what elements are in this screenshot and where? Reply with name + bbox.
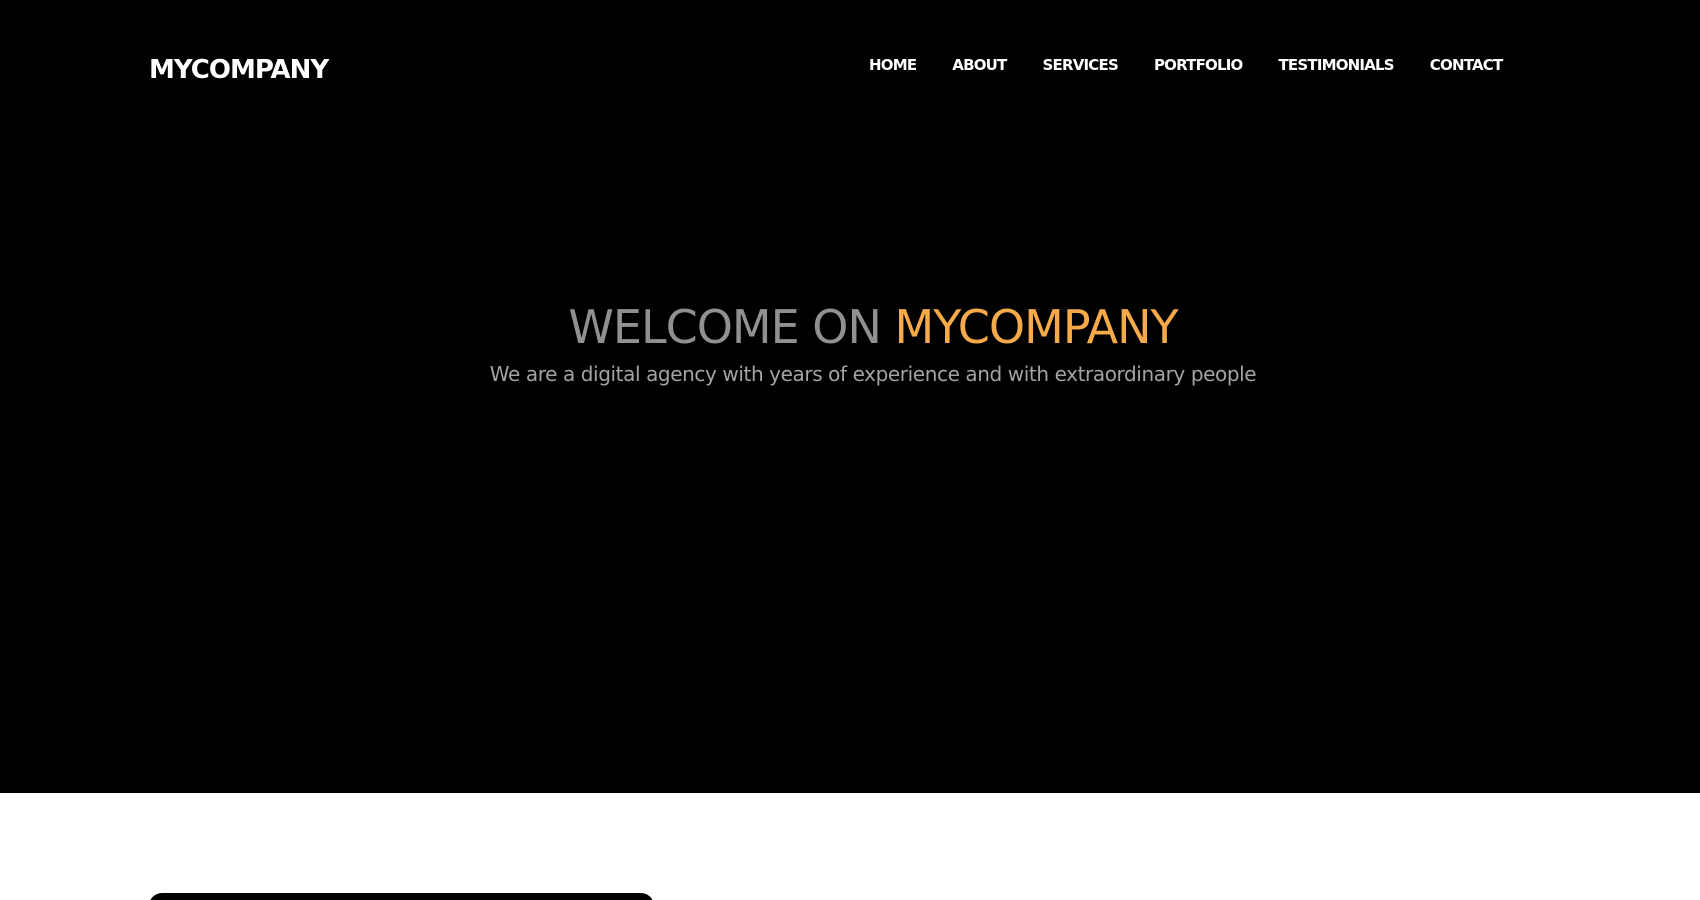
nav-link-about[interactable]: ABOUT [952,54,1007,76]
nav-link-home[interactable]: HOME [869,54,917,76]
brand-logo-link[interactable]: MYCOMPANY [149,52,329,88]
nav-link-contact[interactable]: CONTACT [1430,54,1503,76]
hero-subtitle: We are a digital agency with years of ex… [489,362,1257,386]
nav-link-services[interactable]: SERVICES [1043,54,1119,76]
nav-link-testimonials[interactable]: TESTIMONIALS [1279,54,1395,76]
hero-section: MYCOMPANY HOME ABOUT SERVICES PORTFOLIO … [0,0,1700,793]
hero-copy: WELCOME ON MYCOMPANY We are a digital ag… [0,296,1700,390]
main-navigation: HOME ABOUT SERVICES PORTFOLIO TESTIMONIA… [869,54,1503,76]
hero-title-highlight: MYCOMPANY [894,300,1179,354]
dark-content-card [149,893,654,900]
site-navbar: MYCOMPANY HOME ABOUT SERVICES PORTFOLIO … [0,0,1700,140]
hero-title: WELCOME ON MYCOMPANY [0,296,1700,358]
hero-title-prefix: WELCOME ON [568,300,881,354]
content-section [0,793,1700,900]
nav-link-portfolio[interactable]: PORTFOLIO [1154,54,1243,76]
